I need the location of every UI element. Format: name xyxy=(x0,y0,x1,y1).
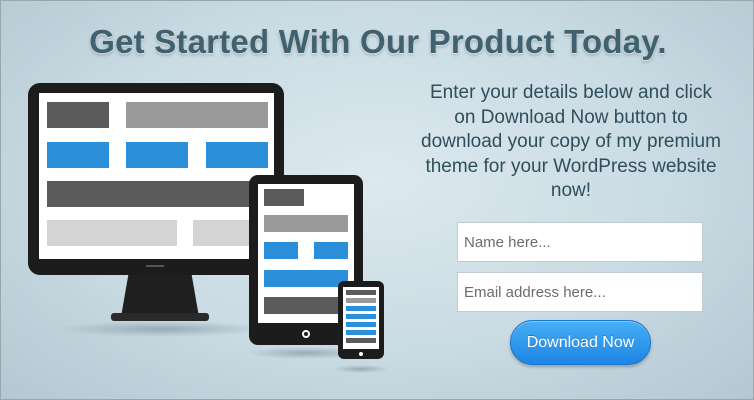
smartphone-icon xyxy=(333,281,389,373)
download-now-button[interactable]: Download Now xyxy=(510,320,651,365)
description-text: Enter your details below and click on Do… xyxy=(421,82,721,201)
optin-banner: Get Started With Our Product Today. Ente… xyxy=(0,0,754,400)
name-field[interactable] xyxy=(457,222,703,262)
desktop-monitor-icon xyxy=(28,83,284,337)
email-field[interactable] xyxy=(457,272,703,312)
